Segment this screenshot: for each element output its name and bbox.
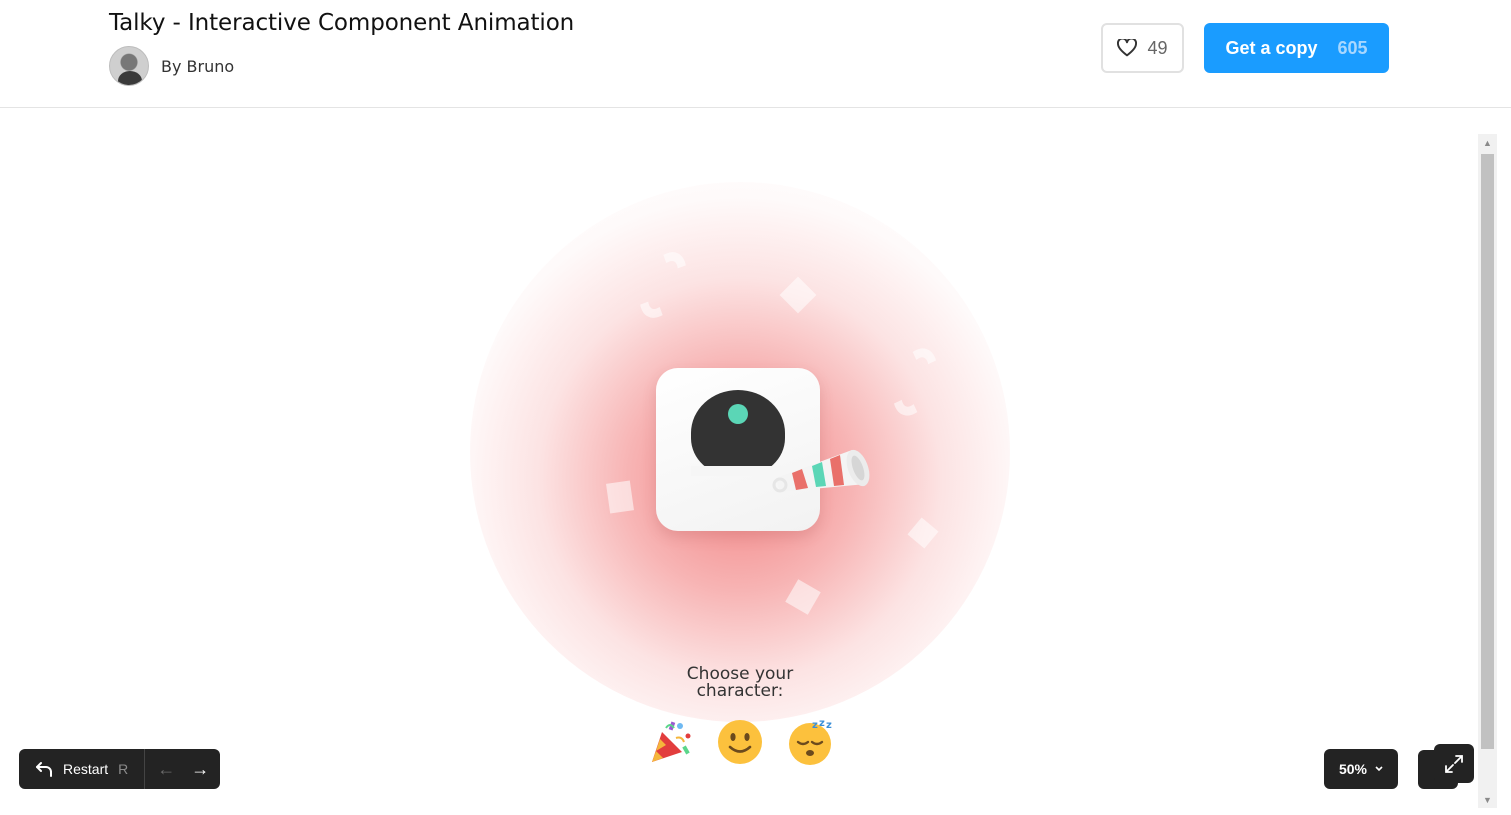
playback-controls: Restart R ← → <box>19 749 220 789</box>
character-prompt: Choose your character: <box>0 666 1480 700</box>
copy-label: Get a copy <box>1225 37 1318 58</box>
scroll-thumb[interactable] <box>1481 154 1494 749</box>
zoom-dropdown[interactable]: 50% <box>1324 749 1398 789</box>
restart-shortcut: R <box>118 761 129 777</box>
svg-text:z: z <box>819 718 825 729</box>
svg-text:z: z <box>812 720 818 731</box>
expand-icon <box>1445 754 1463 773</box>
sleeping-face-icon: z z z <box>789 718 832 765</box>
scroll-down-arrow-icon[interactable]: ▼ <box>1478 791 1497 808</box>
confetti-piece <box>606 480 634 514</box>
prompt-line-2: character: <box>696 681 784 701</box>
smiling-face-icon <box>718 720 762 764</box>
frame-navigation: ← → <box>145 759 209 780</box>
get-a-copy-button[interactable]: Get a copy 605 <box>1204 23 1389 73</box>
like-count: 49 <box>1147 37 1168 58</box>
author-name[interactable]: By Bruno <box>161 57 234 76</box>
copy-count: 605 <box>1337 37 1368 58</box>
chevron-down-icon <box>1375 766 1383 772</box>
next-arrow-icon[interactable]: → <box>191 759 209 780</box>
like-button[interactable]: 49 <box>1101 23 1184 73</box>
scroll-up-arrow-icon[interactable]: ▲ <box>1478 134 1497 151</box>
zoom-level: 50% <box>1338 761 1368 777</box>
author[interactable]: By Bruno <box>109 46 234 86</box>
character-eye <box>728 404 748 424</box>
svg-text:z: z <box>826 720 832 731</box>
prototype-canvas[interactable]: Choose your character: z z z <box>0 132 1480 810</box>
smiling-face-option[interactable] <box>716 718 764 766</box>
party-popper-option[interactable] <box>646 718 694 766</box>
page-title: Talky - Interactive Component Animation <box>109 10 575 36</box>
restart-button[interactable]: Restart R <box>19 749 146 789</box>
header: Talky - Interactive Component Animation … <box>0 0 1511 108</box>
undo-arrow-icon <box>36 762 52 777</box>
heart-icon <box>1117 39 1138 57</box>
character-options: z z z <box>646 718 834 766</box>
avatar[interactable] <box>109 46 149 86</box>
party-horn-icon <box>772 449 870 493</box>
party-popper-icon <box>652 721 691 762</box>
sleeping-face-option[interactable]: z z z <box>786 718 834 766</box>
previous-arrow-icon[interactable]: ← <box>157 759 175 780</box>
vertical-scrollbar[interactable]: ▲ ▼ <box>1478 134 1497 808</box>
fullscreen-button[interactable] <box>1434 744 1474 783</box>
restart-label: Restart <box>63 761 109 777</box>
